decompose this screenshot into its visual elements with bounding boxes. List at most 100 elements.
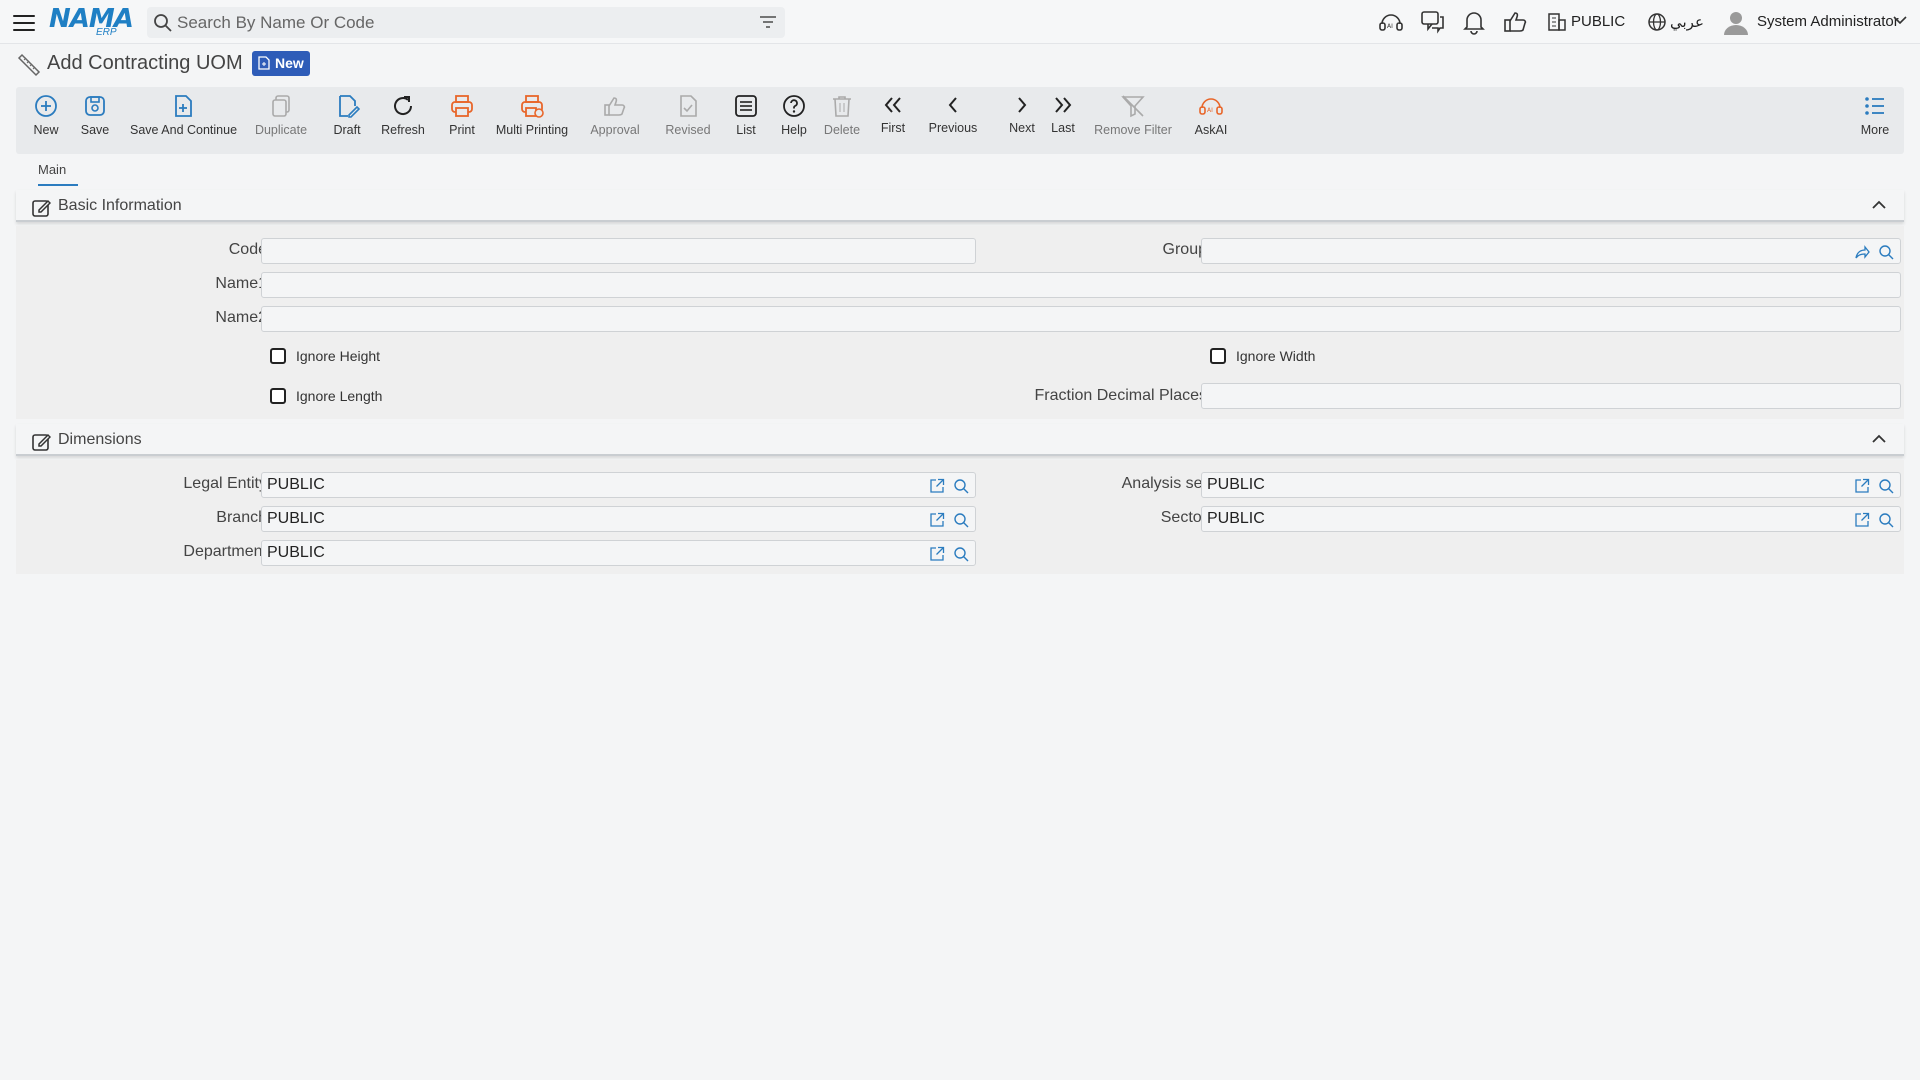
chat-icon[interactable] [1420,9,1446,35]
global-search [147,7,785,38]
help-button[interactable]: Help [777,93,811,149]
save-button[interactable]: Save [77,93,113,149]
external-link-icon[interactable] [1854,512,1870,528]
legal-entity-field[interactable]: PUBLIC [261,472,976,498]
next-button[interactable]: Next [1000,93,1044,149]
first-label: First [880,121,906,135]
draft-button[interactable]: Draft [329,93,365,149]
refresh-button[interactable]: Refresh [380,93,426,149]
checkbox-box [270,348,286,364]
edit-icon [32,199,51,217]
save-label: Save [80,123,110,137]
chevron-up-icon[interactable] [1872,434,1886,444]
remove-filter-button[interactable]: Remove Filter [1094,93,1172,149]
analysis-set-field[interactable]: PUBLIC [1201,472,1901,498]
basic-information-body: Code Group Name1 Name2 Ignore Height Ign… [16,226,1904,419]
chevron-up-icon[interactable] [1872,200,1886,210]
name1-field[interactable] [261,272,1901,298]
new-button[interactable]: New [28,93,64,149]
avatar[interactable] [1722,8,1750,36]
group-field[interactable] [1201,238,1901,264]
department-value: PUBLIC [267,544,325,561]
save-and-continue-button[interactable]: Save And Continue [130,93,237,149]
list-icon [735,95,757,117]
branch-field[interactable]: PUBLIC [261,506,976,532]
print-button[interactable]: Print [444,93,480,149]
ignore-height-checkbox[interactable]: Ignore Height [270,348,410,366]
name2-field[interactable] [261,306,1901,332]
sector-value: PUBLIC [1207,510,1265,527]
external-link-icon[interactable] [929,512,945,528]
duplicate-button[interactable]: Duplicate [253,93,309,149]
duplicate-label: Duplicate [254,123,308,137]
filter-icon[interactable] [759,15,777,29]
sector-field[interactable]: PUBLIC [1201,506,1901,532]
delete-button[interactable]: Delete [821,93,863,149]
department-field[interactable]: PUBLIC [261,540,976,566]
ai-headset-icon: AI [1199,98,1223,115]
chevron-down-icon[interactable] [1893,15,1907,25]
menu-icon[interactable] [13,12,35,32]
logo-subtext: ERP [96,27,117,38]
search-icon[interactable] [953,512,969,528]
last-label: Last [1051,121,1075,135]
more-label: More [1860,123,1890,137]
tab-active-indicator [38,184,78,186]
search-icon[interactable] [1878,244,1894,260]
ignore-width-label: Ignore Width [1236,348,1316,364]
delete-label: Delete [823,123,861,137]
search-input[interactable] [177,10,737,35]
page-title: Add Contracting UOM [47,52,243,74]
bell-icon[interactable] [1462,9,1486,35]
file-edit-icon [339,95,360,118]
thumbs-up-icon[interactable] [1503,9,1529,35]
ignore-width-checkbox[interactable]: Ignore Width [1210,348,1350,366]
language-switch[interactable]: عربي [1670,13,1704,31]
previous-label: Previous [928,121,978,135]
section-dimensions[interactable]: Dimensions [16,424,1904,456]
tab-main[interactable]: Main [38,162,66,186]
refresh-label: Refresh [381,123,425,137]
askai-label: AskAI [1194,123,1228,137]
more-button[interactable]: More [1858,93,1892,149]
approval-button[interactable]: Approval [587,93,643,149]
search-icon[interactable] [1878,478,1894,494]
ai-assistant-icon[interactable]: AI [1378,9,1404,35]
multi-printing-button[interactable]: Multi Printing [494,93,570,149]
askai-button[interactable]: AI AskAI [1192,93,1230,149]
legal-entity-value: PUBLIC [267,476,325,493]
help-icon [783,95,805,117]
share-icon[interactable] [1854,244,1870,260]
external-link-icon[interactable] [929,546,945,562]
fraction-decimal-places-label: Fraction Decimal Places [1034,387,1208,404]
building-icon [1548,13,1566,31]
ignore-length-checkbox[interactable]: Ignore Length [270,388,410,406]
search-icon[interactable] [953,478,969,494]
code-field[interactable] [261,238,976,264]
previous-button[interactable]: Previous [925,93,981,149]
more-list-icon [1865,97,1884,115]
section-title: Basic Information [58,197,182,214]
status-badge: New [252,51,310,76]
external-link-icon[interactable] [929,478,945,494]
status-badge-label: New [275,55,304,71]
first-button[interactable]: First [878,93,908,149]
search-icon[interactable] [1878,512,1894,528]
logo[interactable]: NAMA ERP [49,4,134,38]
name2-label: Name2 [215,309,267,326]
user-name[interactable]: System Administrator [1757,13,1899,30]
external-link-icon[interactable] [1854,478,1870,494]
analysis-set-value: PUBLIC [1207,476,1265,493]
chevrons-left-icon [884,97,901,113]
ruler-icon [17,53,41,77]
company-selector[interactable]: PUBLIC [1571,13,1625,30]
revised-button[interactable]: Revised [661,93,715,149]
search-icon[interactable] [953,546,969,562]
file-check-icon [680,95,697,117]
search-icon [154,14,172,32]
section-basic-information[interactable]: Basic Information [16,190,1904,222]
last-button[interactable]: Last [1049,93,1077,149]
section-title: Dimensions [58,431,142,448]
list-button[interactable]: List [731,93,761,149]
fraction-decimal-places-field[interactable] [1201,383,1901,409]
